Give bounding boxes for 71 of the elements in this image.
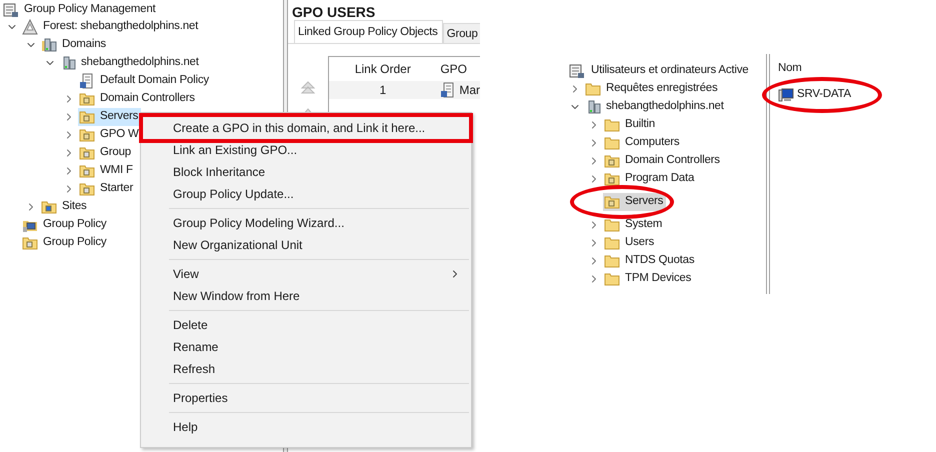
folder-icon [604, 235, 620, 251]
menu-item[interactable]: Refresh [141, 358, 471, 380]
folder-icon [79, 127, 95, 143]
computer-icon [778, 87, 794, 103]
column-header[interactable]: GPO [436, 60, 467, 78]
tree-item[interactable]: Forest: shebangthedolphins.net [21, 18, 202, 36]
console-icon [3, 2, 19, 18]
menu-item[interactable]: Create a GPO in this domain, and Link it here... [139, 113, 473, 143]
folder-icon [79, 163, 95, 179]
tree-item[interactable]: Group Policy [21, 216, 110, 234]
tree-title: Group Policy Management [24, 2, 156, 17]
tree-item[interactable]: Computers [603, 134, 682, 152]
folder-icon [79, 109, 95, 125]
tree-item[interactable]: Servers [78, 108, 142, 126]
menu-item[interactable]: Delete [141, 314, 471, 336]
menu-item[interactable]: Block Inheritance [141, 161, 471, 183]
menu-item[interactable]: Group Policy Modeling Wizard... [141, 212, 471, 234]
tree-item[interactable]: Group Policy [21, 234, 110, 252]
tree-item[interactable]: NTDS Quotas [603, 252, 698, 270]
folder-icon [22, 235, 38, 251]
folder-icon [604, 217, 620, 233]
tree-item[interactable]: Domain Controllers [78, 90, 198, 108]
folder-icon [79, 181, 95, 197]
tree-item[interactable]: Default Domain Policy [78, 72, 212, 90]
column-header[interactable]: Link Order [329, 60, 436, 78]
tree-item[interactable]: shebangthedolphins.net [584, 98, 727, 116]
menu-item[interactable]: New Organizational Unit [141, 234, 471, 256]
folder-icon [585, 81, 601, 97]
tree-item[interactable]: Domains [40, 36, 109, 54]
folder-icon [604, 171, 620, 187]
folder-icon [79, 91, 95, 107]
tree-item[interactable]: Sites [40, 198, 90, 216]
server-icon [41, 37, 57, 53]
folder-icon [604, 271, 620, 287]
tab[interactable]: Linked Group Policy Objects [294, 20, 443, 43]
folder-icon [604, 135, 620, 151]
tree-item[interactable]: Builtin [603, 116, 658, 134]
folder-icon [604, 153, 620, 169]
pane-title: GPO USERS [291, 3, 376, 20]
folder-icon [604, 253, 620, 269]
document-icon [79, 73, 95, 89]
tree-title: Utilisateurs et ordinateurs Active [591, 63, 748, 78]
tree-item[interactable]: GPO W [78, 126, 142, 144]
tree-item[interactable]: Domain Controllers [603, 152, 723, 170]
menu-item[interactable]: Properties [141, 387, 471, 409]
menu-item[interactable]: View [141, 263, 471, 285]
tree-item[interactable]: Starter [78, 180, 136, 198]
tree-item[interactable]: System [603, 216, 666, 234]
folder-icon [79, 145, 95, 161]
column-header[interactable]: Nom [778, 60, 851, 78]
list-item[interactable]: SRV-DATA [778, 86, 851, 104]
tree-item[interactable]: Users [603, 234, 658, 252]
triangle-icon [22, 19, 38, 35]
folder-icon [41, 199, 57, 215]
tree-item[interactable]: Program Data [603, 170, 698, 188]
tree-item[interactable]: Servers [603, 193, 666, 211]
table-cell: Mar [436, 81, 480, 99]
menu-item[interactable]: New Window from Here [141, 285, 471, 307]
folder-icon [604, 117, 620, 133]
table-cell-text: 1 [378, 82, 388, 99]
tree-item[interactable]: Group [78, 144, 134, 162]
tree-item[interactable]: WMI F [78, 162, 136, 180]
tab[interactable]: Group [442, 23, 480, 43]
tree-item[interactable]: TPM Devices [603, 270, 694, 288]
tree-item[interactable]: shebangthedolphins.net [59, 54, 202, 72]
tree-item[interactable]: Requêtes enregistrées [584, 80, 721, 98]
folder-icon [604, 194, 620, 210]
console-icon [569, 63, 585, 79]
menu-item[interactable]: Rename [141, 336, 471, 358]
menu-item[interactable]: Group Policy Update... [141, 183, 471, 205]
menu-item[interactable]: Help [141, 416, 471, 438]
